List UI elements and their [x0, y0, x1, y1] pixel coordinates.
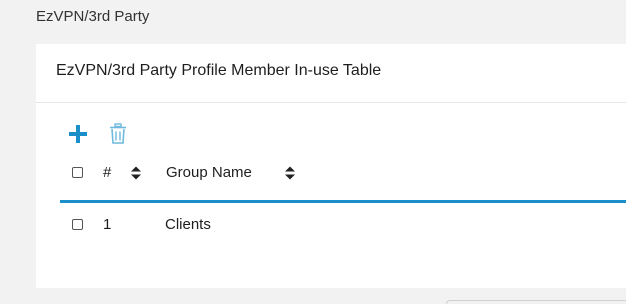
column-header-index: #: [103, 164, 112, 181]
select-all-checkbox[interactable]: [72, 167, 83, 178]
card-divider: [36, 102, 626, 103]
page-title: EzVPN/3rd Party: [36, 8, 150, 25]
header-underline: [60, 200, 626, 203]
trash-icon: [110, 123, 126, 144]
row-group-name: Clients: [165, 216, 211, 233]
sort-icon[interactable]: [130, 165, 142, 181]
column-header-group-name: Group Name: [166, 164, 252, 181]
delete-button[interactable]: [106, 122, 130, 146]
bottom-panel-edge: [446, 300, 626, 304]
card-title: EzVPN/3rd Party Profile Member In-use Ta…: [56, 62, 382, 79]
member-table-card: EzVPN/3rd Party Profile Member In-use Ta…: [36, 44, 626, 288]
row-checkbox[interactable]: [72, 219, 83, 230]
row-index: 1: [103, 216, 112, 233]
plus-icon: [69, 125, 87, 143]
sort-icon[interactable]: [284, 165, 296, 181]
add-button[interactable]: [66, 122, 90, 146]
